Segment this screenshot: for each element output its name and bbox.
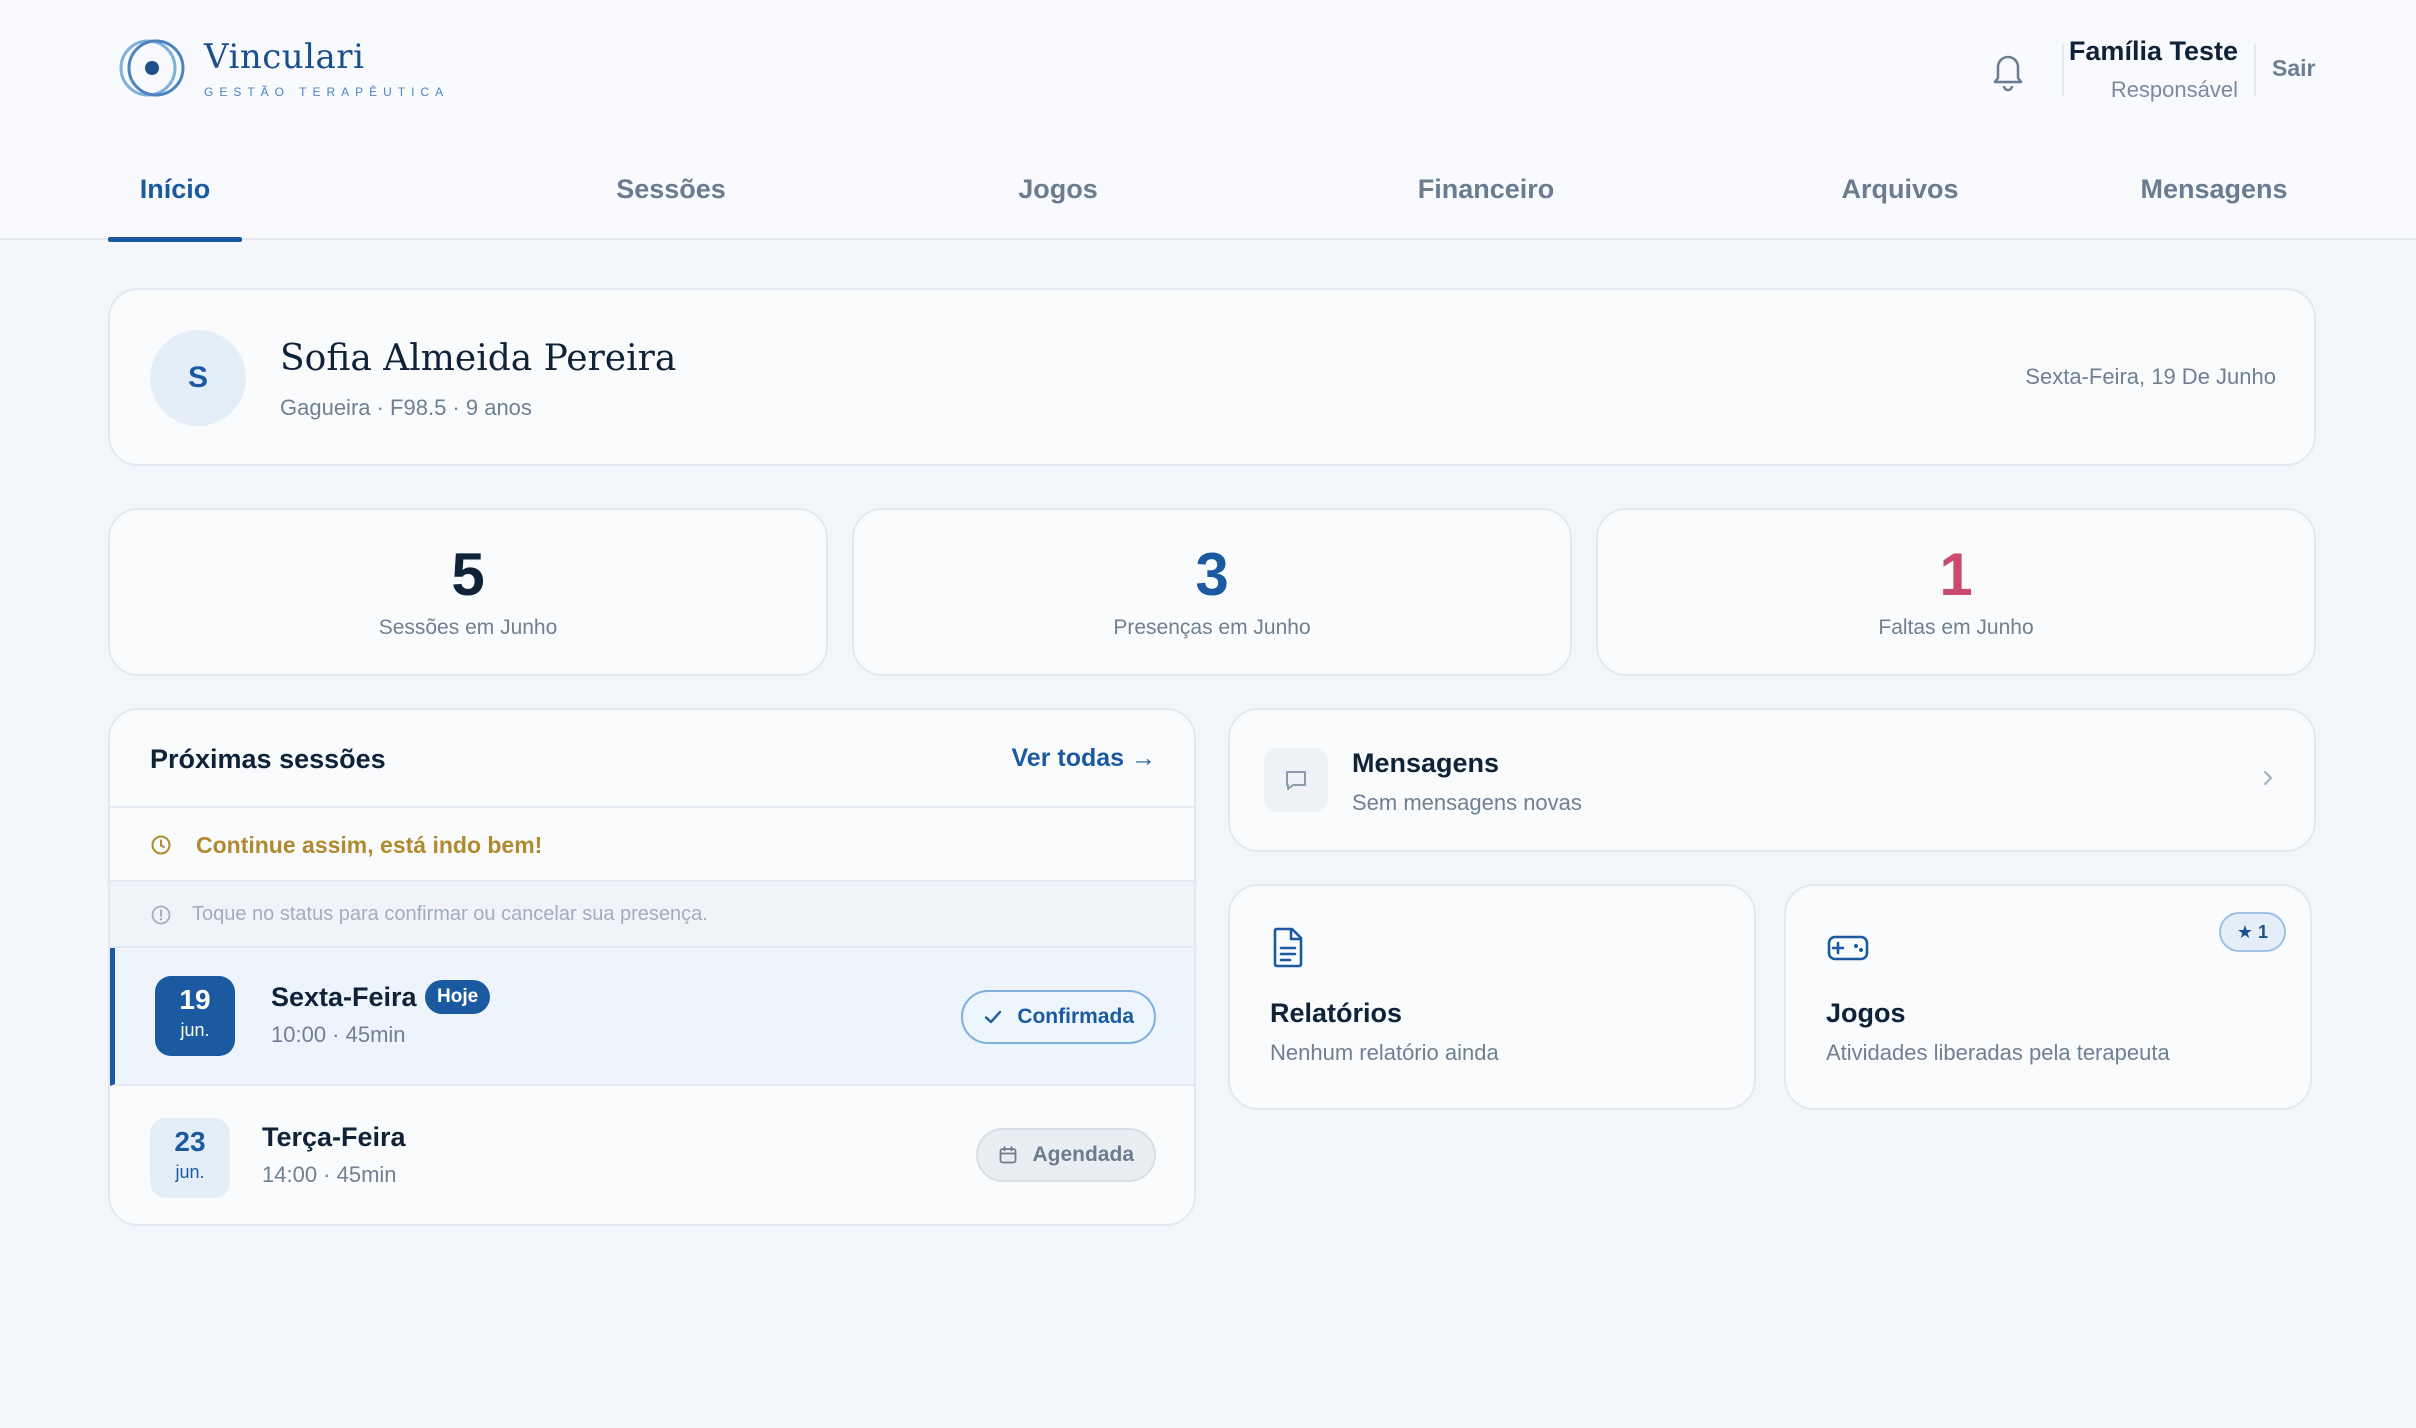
stat-card-attendance: 3 Presenças em Junho [852,508,1572,676]
gamepad-icon [1827,935,1869,961]
tab-financeiro[interactable]: Financeiro [1278,150,1694,240]
brand-tagline: GESTÃO TERAPÊUTICA [204,85,450,99]
logout-button[interactable]: Sair [2272,55,2315,82]
patient-name: Sofia Almeida Pereira [280,338,677,379]
session-row[interactable]: 23 jun. Terça-Feira 14:00 · 45min Agenda… [110,1088,1194,1224]
reports-card[interactable]: Relatórios Nenhum relatório ainda [1228,884,1756,1110]
status-hint: Toque no status para confirmar ou cancel… [110,882,1194,948]
check-icon [985,1010,1002,1024]
reports-title: Relatórios [1270,998,1403,1028]
session-month: jun. [175,1162,205,1182]
stat-card-sessions: 5 Sessões em Junho [108,508,828,676]
games-title: Jogos [1826,998,1906,1028]
today-badge: Hoje [425,980,491,1014]
stat-value: 5 [451,541,485,608]
session-month: jun. [180,1020,210,1040]
session-day: 23 [174,1126,206,1157]
hint-text: Toque no status para confirmar ou cancel… [192,903,708,925]
stat-value: 3 [1195,541,1229,608]
messages-subtitle: Sem mensagens novas [1352,790,1582,815]
chat-icon [1264,748,1328,812]
calendar-icon [1000,1146,1017,1164]
tab-mensagens[interactable]: Mensagens [2094,150,2334,240]
sessions-header: Próximas sessões Ver todas → [110,710,1194,808]
stat-label: Sessões em Junho [378,616,558,639]
session-weekday: Terça-Feira [262,1122,406,1152]
status-confirmed-button[interactable]: Confirmada [961,990,1156,1044]
brand[interactable]: Vinculari GESTÃO TERAPÊUTICA [114,30,449,106]
stat-label: Presenças em Junho [1113,616,1311,639]
clock-icon [151,835,171,855]
tab-arquivos[interactable]: Arquivos [1728,150,2072,240]
stat-value: 1 [1939,541,1973,608]
session-day: 19 [179,984,211,1015]
tab-sessoes[interactable]: Sessões [498,150,844,240]
upcoming-sessions-card: Próximas sessões Ver todas → Continue as… [108,708,1196,1226]
games-star-badge: ★ 1 [2218,912,2286,952]
encouragement-banner: Continue assim, está indo bem! [110,808,1194,882]
session-date-box: 19 jun. [155,976,235,1056]
top-header: Vinculari GESTÃO TERAPÊUTICA Família Tes… [0,0,2416,242]
session-row[interactable]: 19 jun. Sexta-Feira Hoje 10:00 · 45min C… [110,948,1194,1086]
logo-icon [119,39,185,97]
sessions-title: Próximas sessões [150,744,386,774]
bell-icon[interactable] [1988,48,2028,92]
session-time: 14:00 · 45min [262,1162,397,1187]
stat-label: Faltas em Junho [1878,616,2034,639]
messages-title: Mensagens [1352,748,1500,778]
chevron-right-icon [2264,771,2272,785]
status-label: Confirmada [1017,1005,1134,1028]
stat-card-absences: 1 Faltas em Junho [1596,508,2316,676]
games-card[interactable]: ★ 1 Jogos Atividades liberadas pela tera… [1784,884,2312,1110]
divider [2254,44,2256,96]
user-info: Família Teste Responsável [2069,36,2238,103]
avatar: S [150,330,246,426]
session-weekday: Sexta-Feira [271,982,417,1012]
info-icon [151,905,171,925]
messages-card[interactable]: Mensagens Sem mensagens novas [1228,708,2316,852]
banner-text: Continue assim, está indo bem! [196,832,543,858]
view-all-link[interactable]: Ver todas → [1012,744,1157,773]
user-role: Responsável [2110,77,2238,102]
games-subtitle: Atividades liberadas pela terapeuta [1826,1040,2170,1065]
session-time: 10:00 · 45min [271,1022,406,1047]
current-date: Sexta-Feira, 19 De Junho [2025,364,2276,389]
reports-subtitle: Nenhum relatório ainda [1270,1040,1499,1065]
main-tabs: Início Sessões Jogos Financeiro Arquivos… [108,150,2314,242]
user-name: Família Teste [2068,36,2238,66]
tab-inicio[interactable]: Início [108,150,242,242]
divider [2062,44,2064,96]
brand-name: Vinculari [204,37,365,77]
status-label: Agendada [1032,1143,1134,1166]
tab-jogos[interactable]: Jogos [950,150,1166,240]
session-date-box: 23 jun. [150,1118,230,1198]
status-scheduled-button[interactable]: Agendada [976,1128,1156,1182]
patient-meta: Gagueira · F98.5 · 9 anos [280,395,532,420]
patient-card: S Sofia Almeida Pereira Gagueira · F98.5… [108,288,2316,466]
document-icon [1273,927,1303,968]
